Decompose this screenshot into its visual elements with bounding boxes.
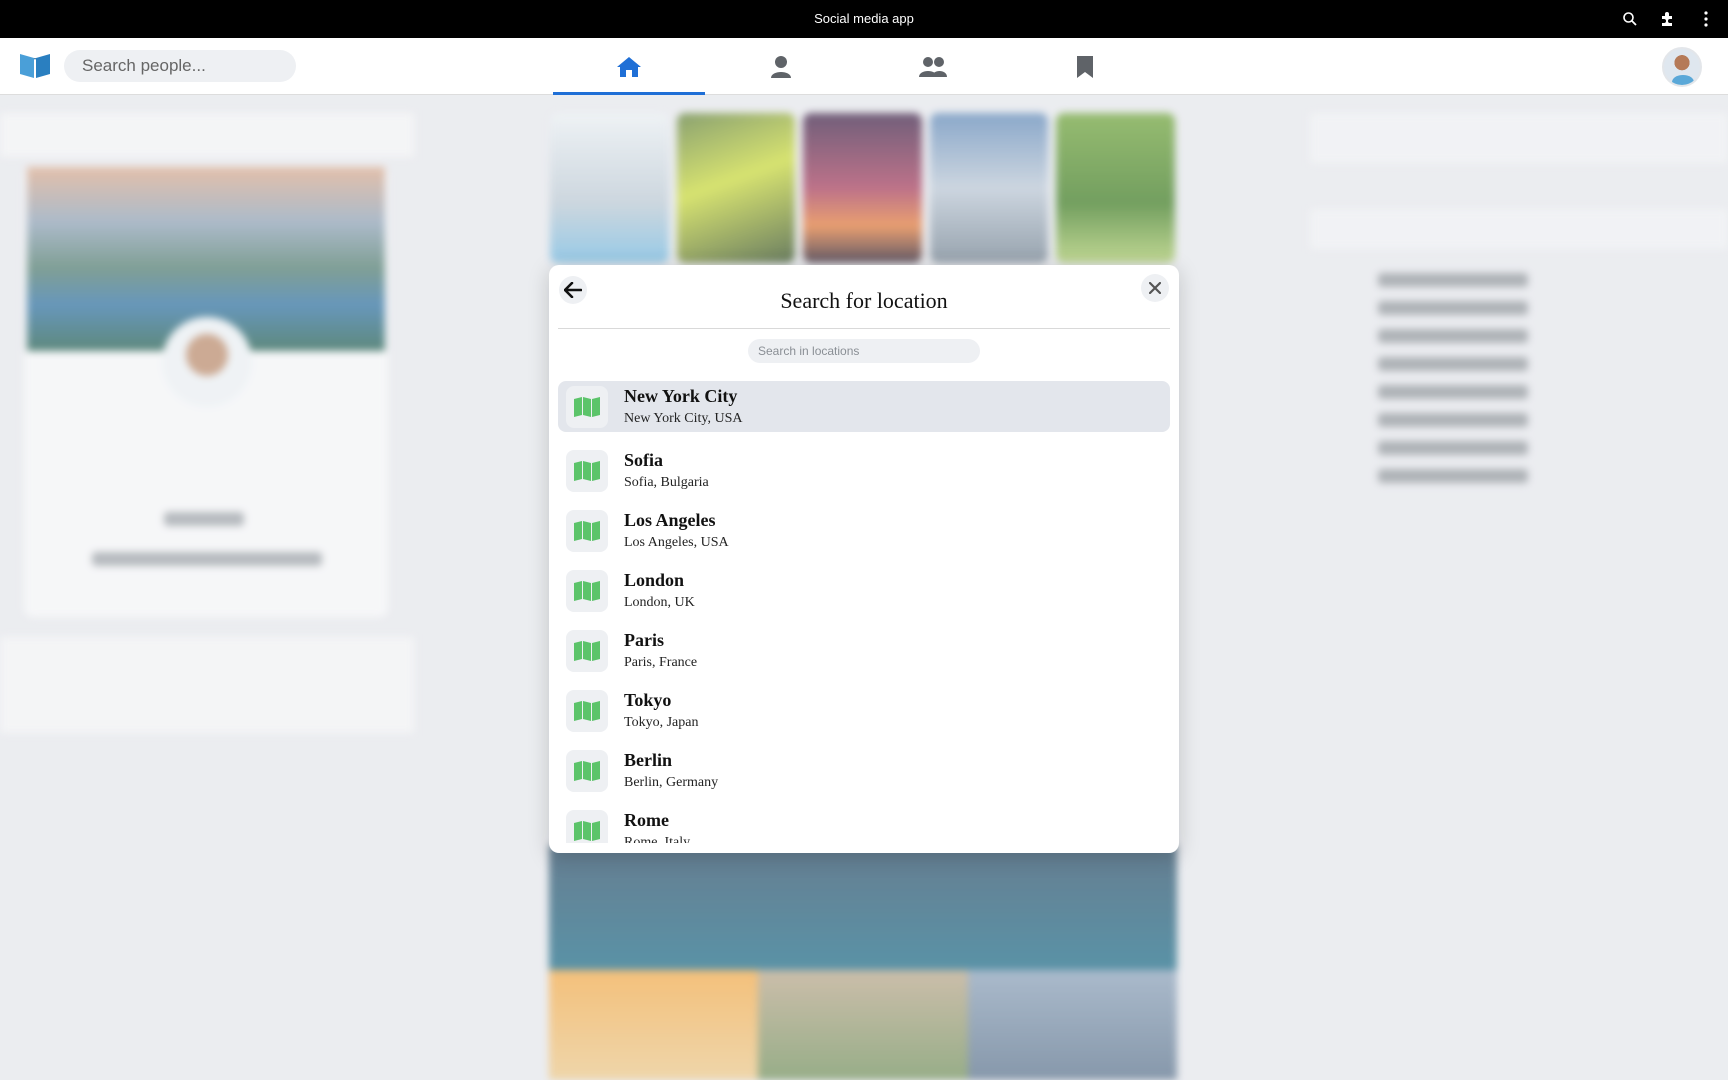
map-icon [566, 630, 608, 672]
location-search-modal: Search for location New York CityNew Yor… [549, 265, 1179, 853]
search-people-input[interactable] [64, 50, 296, 82]
location-name: Rome [624, 810, 669, 830]
location-detail: Rome, Italy [624, 835, 691, 843]
window-title: Social media app [814, 11, 914, 26]
location-name: Tokyo [624, 690, 672, 710]
bookmark-icon [1077, 55, 1093, 78]
tab-friends[interactable] [857, 38, 1009, 95]
extensions-icon[interactable] [1658, 9, 1678, 29]
main-nav [553, 38, 1161, 95]
location-name: Sofia [624, 450, 664, 470]
friends-icon [919, 56, 947, 77]
more-menu-icon[interactable] [1696, 9, 1716, 29]
map-icon [566, 570, 608, 612]
modal-title: Search for location [780, 288, 948, 313]
location-detail: Sofia, Bulgaria [624, 475, 709, 490]
location-item[interactable]: London London, UK [558, 561, 1170, 621]
location-item[interactable]: Paris Paris, France [558, 621, 1170, 681]
location-detail: Berlin, Germany [624, 775, 719, 790]
location-detail: Paris, France [624, 655, 698, 670]
app-logo-icon[interactable] [18, 50, 52, 80]
location-list: New York City New York City, USA Sofia Sof… [558, 381, 1170, 843]
location-item[interactable]: Tokyo Tokyo, Japan [558, 681, 1170, 741]
location-name: Berlin [624, 750, 672, 770]
location-item[interactable]: Los Angeles Los Angeles, USA [558, 501, 1170, 561]
app-header [0, 38, 1728, 95]
tab-home[interactable] [553, 38, 705, 95]
location-item[interactable]: Rome Rome, Italy [558, 801, 1170, 843]
home-icon [617, 56, 641, 77]
map-icon [566, 750, 608, 792]
map-icon [566, 510, 608, 552]
map-icon [566, 690, 608, 732]
location-search-input[interactable] [748, 339, 980, 363]
map-icon [566, 385, 608, 428]
location-item[interactable]: Sofia Sofia, Bulgaria [558, 441, 1170, 501]
map-icon [566, 450, 608, 492]
location-name: Paris [624, 630, 664, 650]
location-name: Los Angeles [624, 510, 716, 530]
map-icon [566, 810, 608, 843]
close-button[interactable] [1141, 274, 1169, 302]
os-title-bar: Social media app [0, 0, 1728, 38]
location-detail: Tokyo, Japan [624, 715, 699, 730]
location-detail: Los Angeles, USA [624, 535, 729, 550]
zoom-icon[interactable] [1620, 9, 1640, 29]
location-item[interactable]: Berlin Berlin, Germany [558, 741, 1170, 801]
location-name: London [624, 570, 685, 590]
location-detail: London, UK [624, 595, 695, 610]
tab-profile[interactable] [705, 38, 857, 95]
user-icon [771, 55, 791, 78]
user-avatar[interactable] [1662, 47, 1702, 87]
tab-saved[interactable] [1009, 38, 1161, 95]
close-icon [1149, 282, 1161, 294]
divider [558, 328, 1170, 329]
location-name: New York City [624, 385, 738, 406]
location-item[interactable]: New York City New York City, USA [558, 381, 1170, 432]
location-detail: New York City, USA [624, 410, 743, 426]
